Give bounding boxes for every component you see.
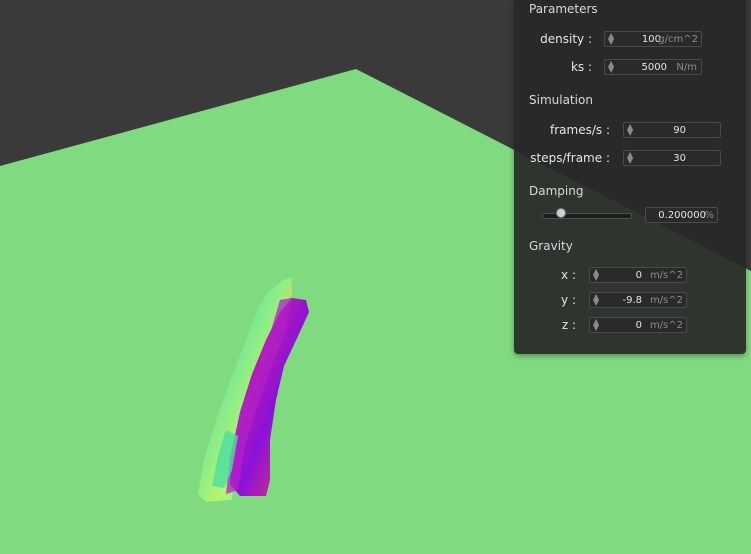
damping-unit: % xyxy=(704,210,714,221)
spinner-arrows-icon[interactable]: ▲ ▼ xyxy=(593,318,599,332)
gravity-heading: Gravity xyxy=(529,239,573,253)
gravity-y-label: y : xyxy=(561,293,576,307)
steps-per-frame-label: steps/frame : xyxy=(530,151,610,165)
spinner-arrows-icon[interactable]: ▲ ▼ xyxy=(593,268,599,282)
gravity-y-value: -9.8 xyxy=(622,295,642,306)
gravity-x-value: 0 xyxy=(635,270,642,281)
damping-slider-handle[interactable] xyxy=(555,208,566,218)
damping-heading: Damping xyxy=(529,184,584,198)
gravity-z-field[interactable]: ▲ ▼ 0 m/s^2 xyxy=(589,317,687,333)
ks-unit: N/m xyxy=(676,62,697,73)
spinner-arrows-icon[interactable]: ▲ ▼ xyxy=(608,60,614,74)
gravity-z-label: z : xyxy=(561,318,576,332)
settings-panel: Parameters density : ▲ ▼ 100 g/cm^2 ks : … xyxy=(514,0,746,354)
gravity-z-value: 0 xyxy=(635,320,642,331)
gravity-x-field[interactable]: ▲ ▼ 0 m/s^2 xyxy=(589,267,687,283)
gravity-y-field[interactable]: ▲ ▼ -9.8 m/s^2 xyxy=(589,292,687,308)
ks-field[interactable]: ▲ ▼ 5000 N/m xyxy=(604,59,702,75)
gravity-x-label: x : xyxy=(561,268,576,282)
spinner-arrows-icon[interactable]: ▲ ▼ xyxy=(627,151,633,165)
density-field[interactable]: ▲ ▼ 100 g/cm^2 xyxy=(604,31,702,47)
damping-field[interactable]: 0.200000 % xyxy=(645,207,718,223)
steps-per-frame-value: 30 xyxy=(673,153,686,164)
density-unit: g/cm^2 xyxy=(658,34,698,45)
gravity-y-unit: m/s^2 xyxy=(649,295,683,306)
spinner-arrows-icon[interactable]: ▲ ▼ xyxy=(593,293,599,307)
spinner-arrows-icon[interactable]: ▲ ▼ xyxy=(627,123,633,137)
damping-value: 0.200000 xyxy=(658,210,706,221)
frames-per-second-value: 90 xyxy=(673,125,686,136)
gravity-x-unit: m/s^2 xyxy=(649,270,683,281)
ks-value: 5000 xyxy=(641,62,667,73)
density-label: density : xyxy=(540,32,592,46)
steps-per-frame-field[interactable]: ▲ ▼ 30 xyxy=(623,150,721,166)
gravity-z-unit: m/s^2 xyxy=(649,320,683,331)
ks-label: ks : xyxy=(570,60,592,74)
parameters-heading: Parameters xyxy=(529,2,598,16)
frames-per-second-label: frames/s : xyxy=(550,123,610,137)
simulation-heading: Simulation xyxy=(529,93,593,107)
spinner-arrows-icon[interactable]: ▲ ▼ xyxy=(608,32,614,46)
frames-per-second-field[interactable]: ▲ ▼ 90 xyxy=(623,122,721,138)
